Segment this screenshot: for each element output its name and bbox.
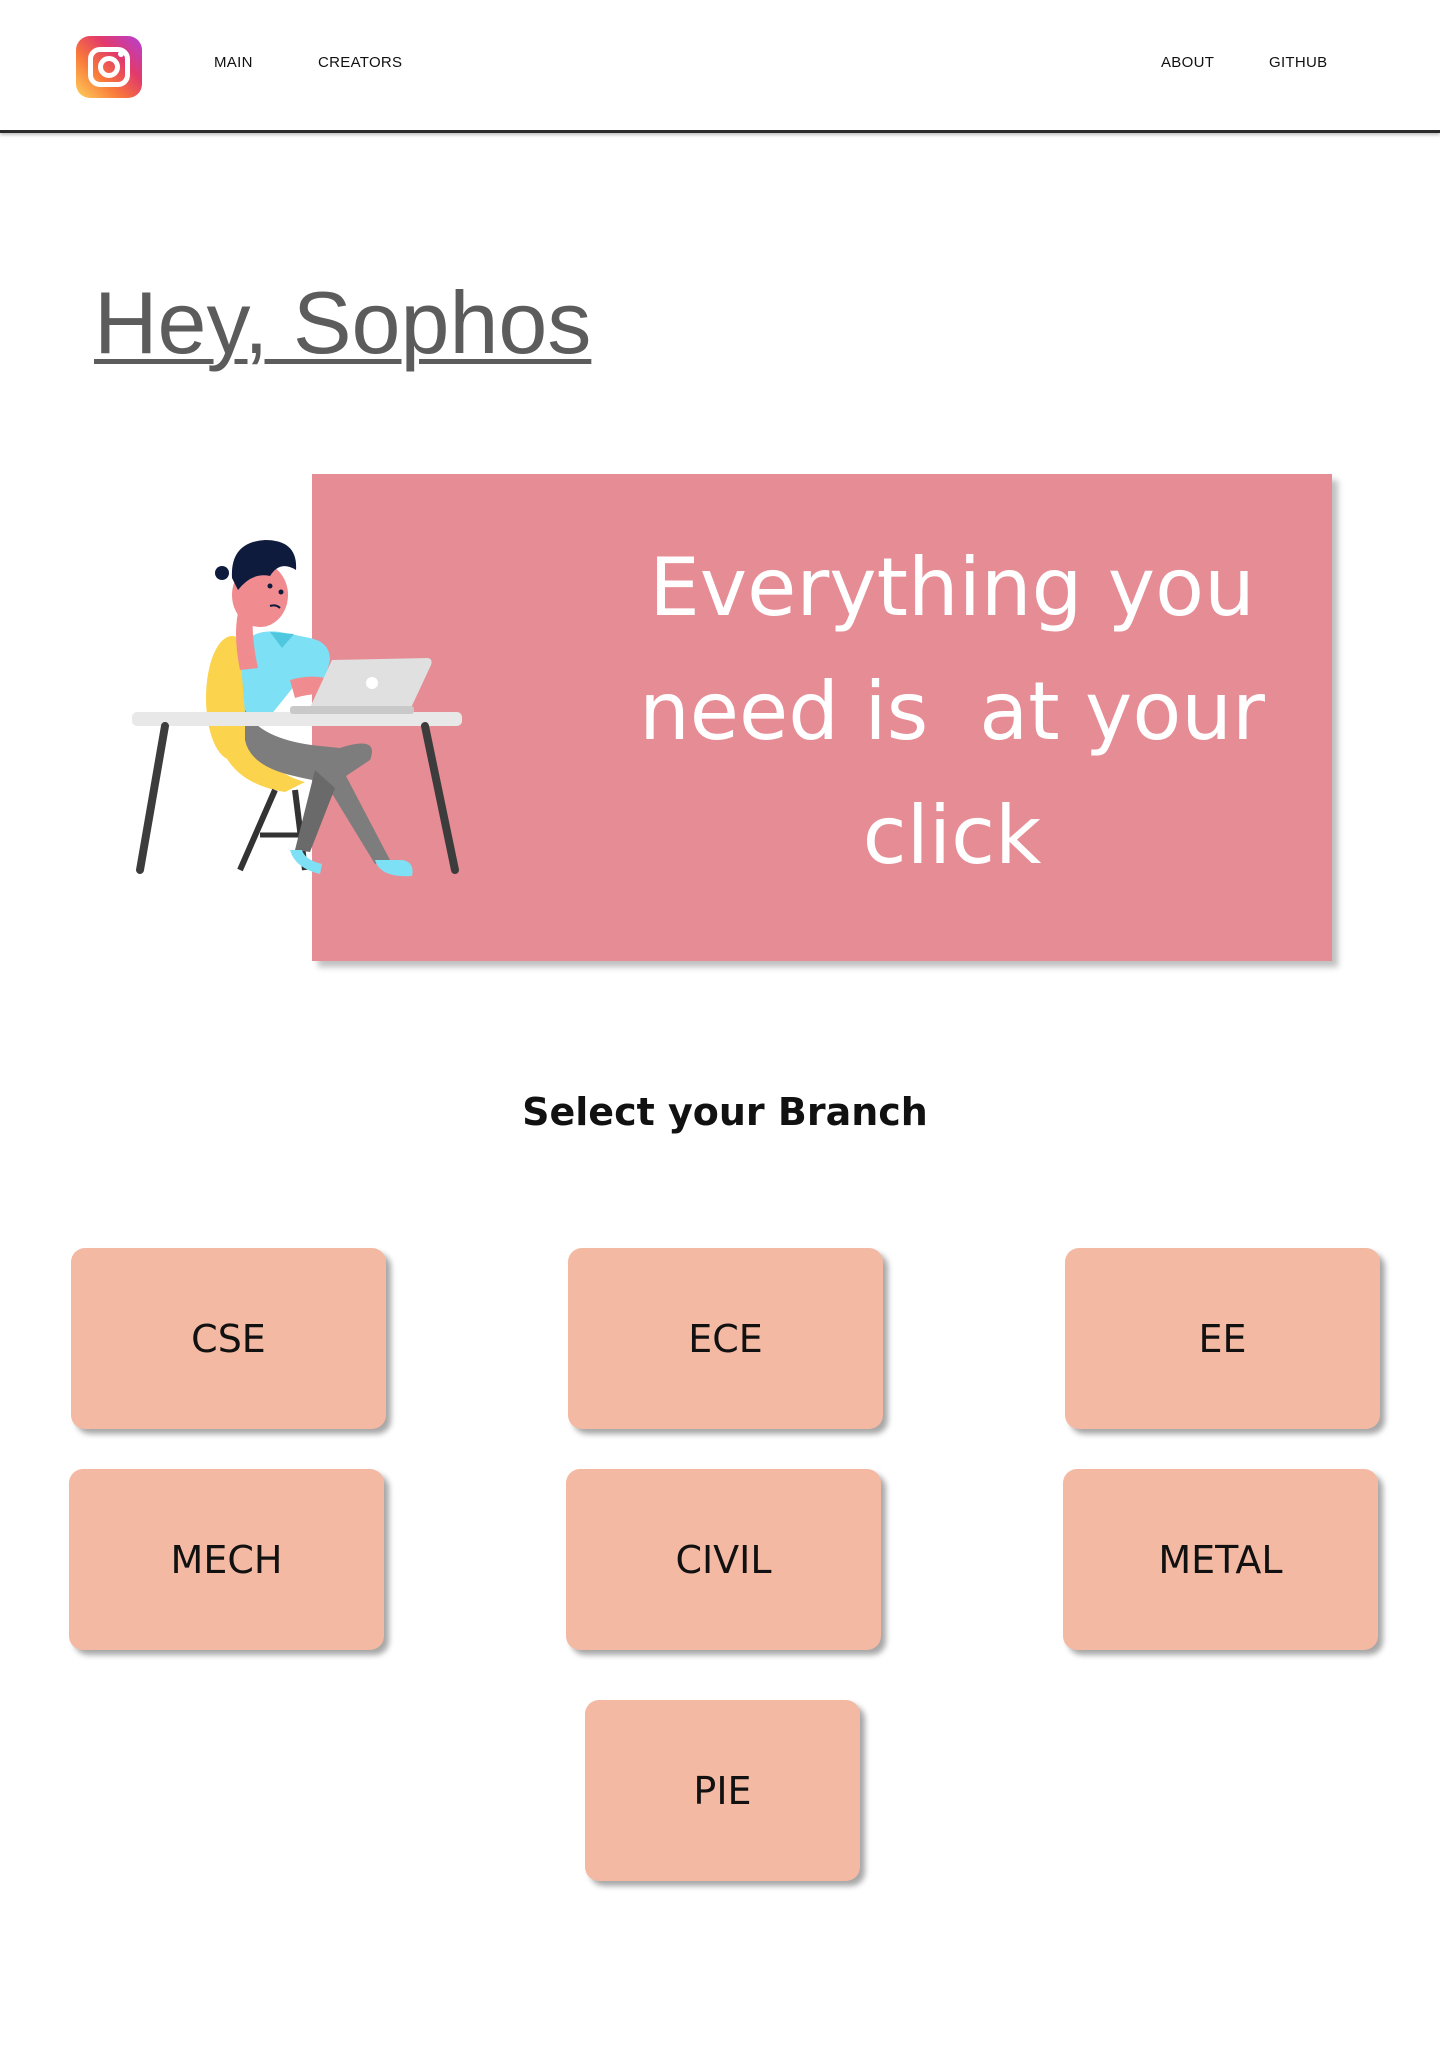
nav-link-about[interactable]: ABOUT [1161, 54, 1214, 71]
branch-button-civil[interactable]: CIVIL [566, 1469, 881, 1650]
nav-link-main[interactable]: MAIN [214, 54, 253, 71]
page: MAIN CREATORS ABOUT GITHUB Hey, Sophos E… [0, 0, 1440, 2069]
instagram-icon[interactable] [76, 36, 142, 98]
branch-button-mech[interactable]: MECH [69, 1469, 384, 1650]
hero-line-2: need is at your [639, 665, 1265, 758]
logo-lens [98, 56, 120, 78]
nav-link-creators[interactable]: CREATORS [318, 54, 402, 71]
logo-dot [118, 51, 124, 57]
person-at-desk-illustration [132, 540, 462, 877]
branch-button-ee[interactable]: EE [1065, 1248, 1380, 1429]
branch-button-ece[interactable]: ECE [568, 1248, 883, 1429]
nav-link-github[interactable]: GITHUB [1269, 54, 1327, 71]
select-branch-heading: Select your Branch [522, 1090, 928, 1134]
branch-button-metal[interactable]: METAL [1063, 1469, 1378, 1650]
hero-line-3: click [862, 789, 1042, 882]
branch-button-cse[interactable]: CSE [71, 1248, 386, 1429]
branch-button-pie[interactable]: PIE [585, 1700, 860, 1881]
greeting-heading: Hey, Sophos [94, 273, 592, 372]
hero-line-1: Everything you [649, 541, 1255, 634]
navbar: MAIN CREATORS ABOUT GITHUB [0, 0, 1440, 133]
